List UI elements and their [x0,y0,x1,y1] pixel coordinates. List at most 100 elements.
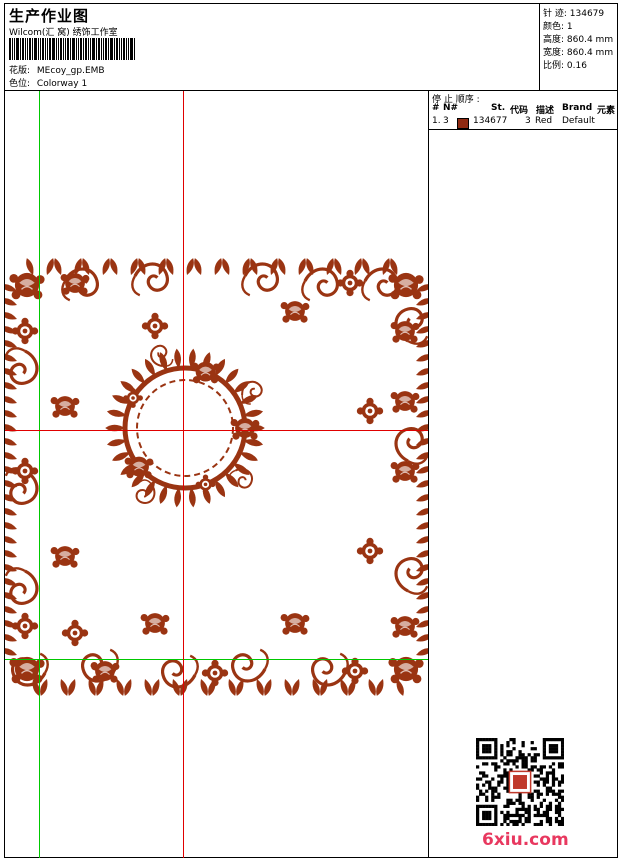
qr-module [476,804,480,808]
qr-module [521,822,525,826]
qr-module [545,810,550,815]
qr-module [509,819,513,824]
subtitle: Wilcom(汇 窝) 绣饰工作室 [9,28,118,38]
header: 生产作业图 Wilcom(汇 窝) 绣饰工作室 花版: MEcoy_gp.EMB… [5,4,617,90]
qr-module [539,819,543,824]
ornament-leaf [414,492,434,504]
qr-module [521,801,525,805]
qr-module [539,822,543,826]
qr-module [497,774,501,778]
qr-module [554,756,559,760]
qr-module [518,819,522,824]
qr-module [497,783,501,787]
qr-module [485,789,489,793]
guide-horizontal-red [5,430,428,431]
qr-module [506,759,510,763]
qr-module [560,789,564,793]
watermark: 6xiu.com [482,830,569,850]
ornament-leaf [122,677,134,697]
row-brand: Default [562,116,595,126]
qr-module [524,819,528,824]
qr-module [512,762,516,766]
qr-module [536,795,540,799]
qr-module [539,792,543,796]
qr-module [554,810,559,815]
qr-module [491,762,495,766]
ornament-rose [280,300,310,324]
qr-module [485,798,489,802]
qr-module [482,774,486,778]
qr-module [527,804,531,808]
qr-module [521,813,525,818]
qr-module [488,786,492,790]
qr-module [548,801,553,805]
qr-module [548,750,553,754]
color-swatch [457,118,469,129]
qr-module [521,744,525,748]
qr-module [491,756,495,760]
qr-module [482,744,486,748]
qr-module [560,780,564,784]
stat-width: 宽度: 860.4 mm [543,45,613,58]
qr-module [524,762,528,766]
qr-module [530,747,534,751]
qr-module [548,786,553,790]
stat-value: 134679 [569,9,605,19]
ornament-leaf [198,677,210,697]
qr-module [485,804,489,808]
qr-module [509,750,513,754]
qr-module [497,795,501,799]
qr-module [533,747,537,751]
barcode-bar [123,38,125,60]
ornament-leaf [0,520,19,532]
qr-module [512,747,516,751]
stat-label: 宽度: [543,48,565,58]
qr-module [557,789,562,793]
stat-height: 高度: 860.4 mm [543,32,613,45]
guide-horizontal-green [5,659,428,660]
ornament-leaf [262,677,274,697]
barcode-bar [101,38,102,60]
barcode-bar [16,38,19,60]
qr-module [518,756,522,760]
qr-module [485,744,489,748]
barcode-bar [76,38,77,60]
col-brand: Brand [562,103,593,113]
ornament-rose [60,272,90,296]
qr-module [551,738,556,742]
qr-module [500,822,504,826]
qr-module [506,804,510,808]
qr-module [545,774,550,778]
guide-vertical-red [183,91,184,858]
ornament-leaf [192,257,204,277]
table-row: 1. 3 134677 3 Red Default [429,116,618,130]
qr-module [488,813,492,818]
ornament-leaf [0,394,19,406]
qr-module [539,801,543,805]
qr-module [494,804,498,808]
qr-module [542,744,546,748]
barcode-bar [67,38,69,60]
barcode-bar [38,38,39,60]
qr-module [506,762,510,766]
qr-module [506,822,510,826]
qr-module [494,813,498,818]
qr-module [551,762,556,766]
qr-module [488,810,492,815]
qr-module [506,798,510,802]
ornament-rose [280,612,310,636]
qr-module [521,804,525,808]
qr-module [494,762,498,766]
qr-module [497,765,501,769]
qr-module [551,783,556,787]
qr-module [524,816,528,821]
row-desc: Red [535,116,553,126]
qr-module [536,813,540,818]
ornament-rose [140,612,170,636]
qr-module [476,783,480,787]
embroidery-design [0,91,434,858]
qr-module [521,756,525,760]
qr-module [542,777,546,781]
stat-value: 0.16 [566,61,587,71]
ornament-leaf [0,422,19,434]
